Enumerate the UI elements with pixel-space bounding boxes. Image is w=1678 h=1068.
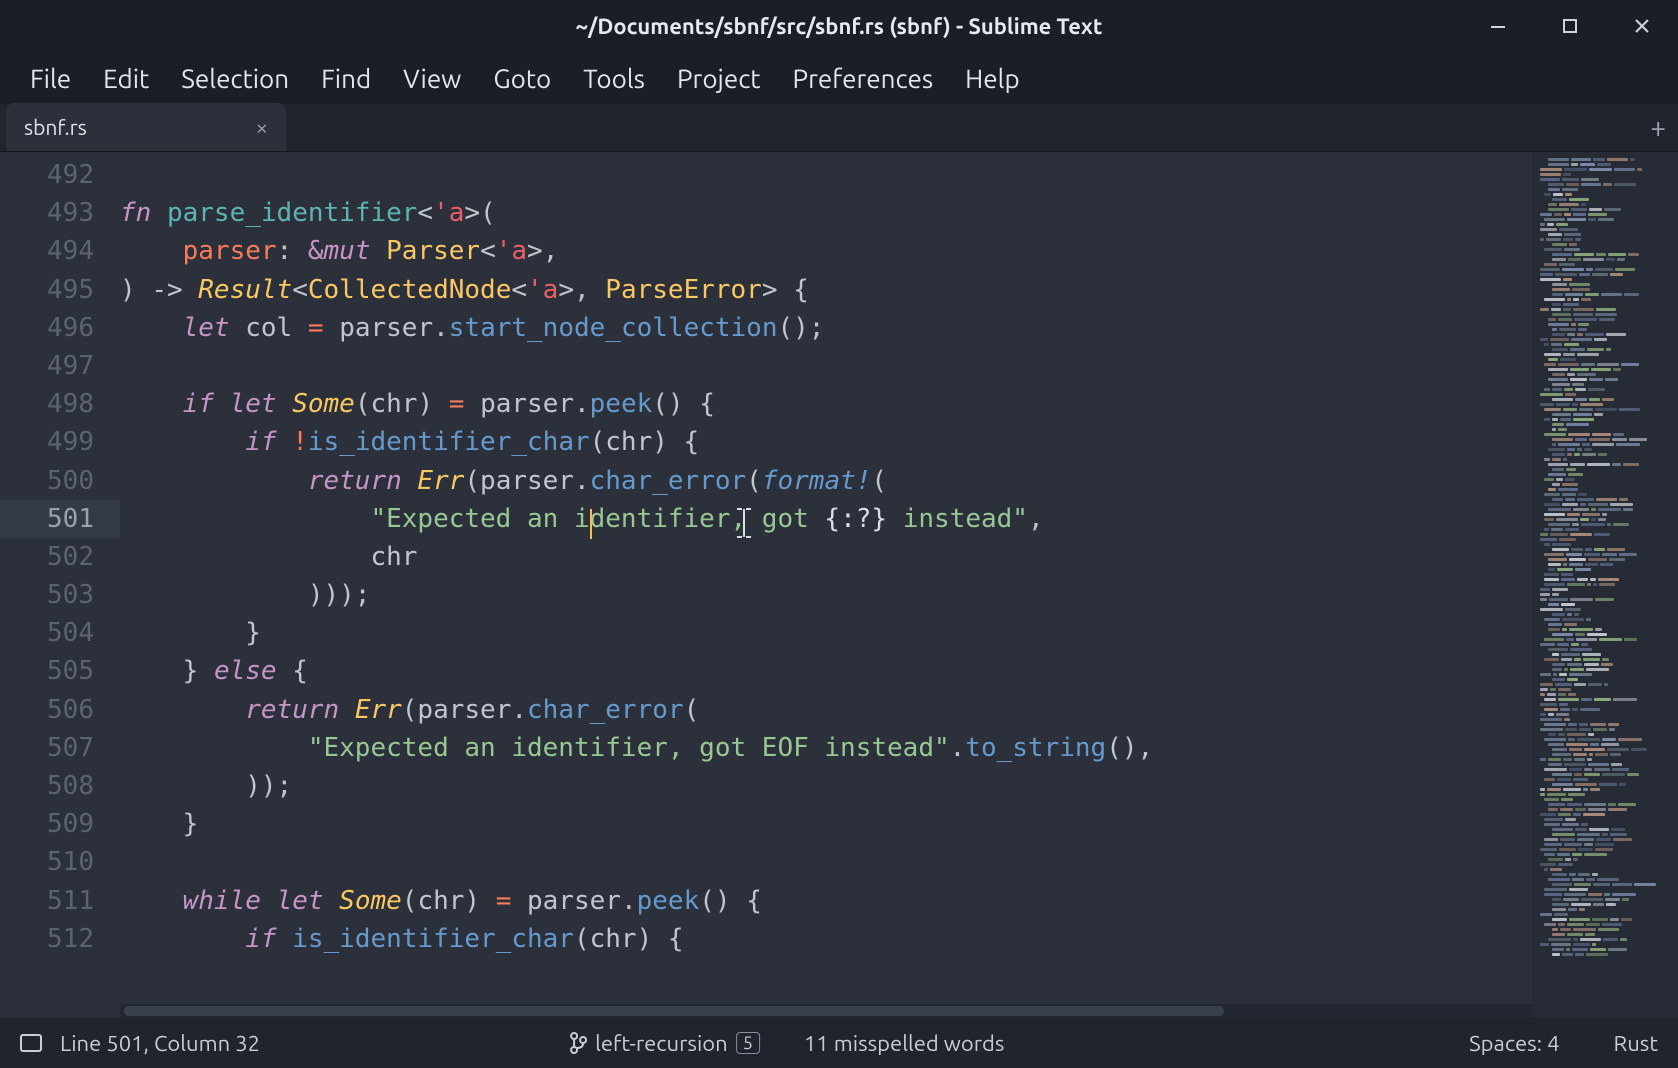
code-line[interactable]: parser: &mut Parser<'a>, [120,232,1532,270]
line-number-active[interactable]: 501 [0,500,120,538]
line-number[interactable]: 511 [0,882,120,920]
code-line[interactable]: return Err(parser.char_error( [120,691,1532,729]
line-number[interactable]: 499 [0,423,120,461]
code-line[interactable]: } [120,805,1532,843]
line-number[interactable]: 492 [0,156,120,194]
status-syntax[interactable]: Rust [1614,1031,1658,1056]
window-controls [1462,0,1678,52]
menu-tools[interactable]: Tools [567,58,661,99]
line-number[interactable]: 509 [0,805,120,843]
code-line[interactable]: fn parse_identifier<'a>( [120,194,1532,232]
code-line[interactable]: ) -> Result<CollectedNode<'a>, ParseErro… [120,271,1532,309]
code-line[interactable]: chr [120,538,1532,576]
status-indentation[interactable]: Spaces: 4 [1469,1031,1559,1056]
code-line[interactable]: "Expected an identifier, got EOF instead… [120,729,1532,767]
line-number[interactable]: 496 [0,309,120,347]
code-line[interactable]: } else { [120,652,1532,690]
code-line[interactable]: ))); [120,576,1532,614]
branch-name: left-recursion [595,1031,728,1056]
code-line-active[interactable]: "Expected an identifier, got {:?} instea… [120,500,1532,538]
status-cursor[interactable]: Line 501, Column 32 [60,1031,260,1056]
code-line[interactable] [120,156,1532,194]
panel-switcher-icon[interactable] [20,1034,42,1052]
menu-view[interactable]: View [387,58,477,99]
new-tab-button[interactable]: + [1650,112,1666,143]
tab-close-icon[interactable]: × [256,115,268,140]
menu-project[interactable]: Project [661,58,777,99]
close-button[interactable] [1606,0,1678,52]
horizontal-scrollbar[interactable] [120,1004,1532,1018]
menu-preferences[interactable]: Preferences [777,58,950,99]
code-line[interactable]: if is_identifier_char(chr) { [120,920,1532,958]
code-line[interactable]: } [120,614,1532,652]
minimize-button[interactable] [1462,0,1534,52]
line-number[interactable]: 504 [0,614,120,652]
line-number[interactable]: 494 [0,232,120,270]
menubar: File Edit Selection Find View Goto Tools… [0,52,1678,104]
line-number[interactable]: 508 [0,767,120,805]
code-line[interactable]: while let Some(chr) = parser.peek() { [120,882,1532,920]
window-title: ~/Documents/sbnf/src/sbnf.rs (sbnf) - Su… [576,14,1103,39]
menu-file[interactable]: File [14,58,87,99]
tab-sbnf-rs[interactable]: sbnf.rs × [6,103,286,151]
code-line[interactable]: if let Some(chr) = parser.peek() { [120,385,1532,423]
minimap[interactable] [1532,152,1678,1018]
menu-selection[interactable]: Selection [165,58,305,99]
status-git-branch[interactable]: left-recursion 5 [569,1031,760,1056]
line-number[interactable]: 507 [0,729,120,767]
tabbar: sbnf.rs × + [0,104,1678,152]
line-number[interactable]: 505 [0,652,120,690]
code-area[interactable]: fn parse_identifier<'a>( parser: &mut Pa… [120,152,1532,1018]
branch-count-badge: 5 [736,1032,760,1054]
menu-find[interactable]: Find [305,58,387,99]
maximize-button[interactable] [1534,0,1606,52]
titlebar: ~/Documents/sbnf/src/sbnf.rs (sbnf) - Su… [0,0,1678,52]
status-spellcheck[interactable]: 11 misspelled words [804,1031,1005,1056]
git-branch-icon [569,1032,587,1054]
menu-help[interactable]: Help [949,58,1036,99]
gutter[interactable]: 492 493 494 495 496 497 498 499 500 501 … [0,152,120,1018]
code-line[interactable]: )); [120,767,1532,805]
line-number[interactable]: 497 [0,347,120,385]
tab-label: sbnf.rs [24,115,87,139]
menu-edit[interactable]: Edit [87,58,165,99]
line-number[interactable]: 495 [0,271,120,309]
line-number[interactable]: 500 [0,462,120,500]
line-number[interactable]: 493 [0,194,120,232]
line-number[interactable]: 502 [0,538,120,576]
statusbar: Line 501, Column 32 left-recursion 5 11 … [0,1018,1678,1068]
code-line[interactable] [120,843,1532,881]
editor: 492 493 494 495 496 497 498 499 500 501 … [0,152,1678,1018]
text-cursor [590,509,592,539]
code-line[interactable]: return Err(parser.char_error(format!( [120,462,1532,500]
code-line[interactable]: if !is_identifier_char(chr) { [120,423,1532,461]
scrollbar-thumb[interactable] [124,1006,1224,1016]
line-number[interactable]: 506 [0,691,120,729]
line-number[interactable]: 512 [0,920,120,958]
code-line[interactable] [120,347,1532,385]
line-number[interactable]: 498 [0,385,120,423]
line-number[interactable]: 510 [0,843,120,881]
line-number[interactable]: 503 [0,576,120,614]
menu-goto[interactable]: Goto [477,58,567,99]
code-line[interactable]: let col = parser.start_node_collection()… [120,309,1532,347]
